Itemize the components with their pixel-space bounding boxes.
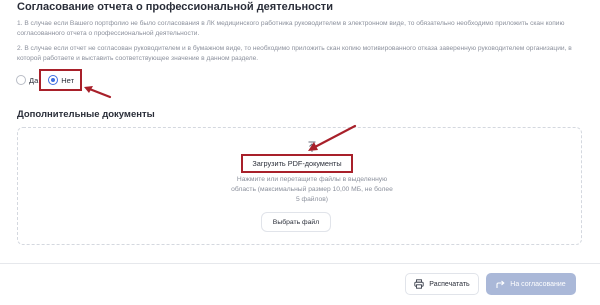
send-for-approval-button[interactable]: На согласование [486, 273, 576, 295]
note-2: 2. В случае если отчет не согласован рук… [17, 45, 572, 63]
section-title: Согласование отчета о профессиональной д… [17, 1, 333, 13]
print-button-label: Распечатать [429, 280, 470, 288]
choose-file-button[interactable]: Выбрать файл [261, 212, 331, 232]
highlight-box-no [39, 69, 82, 91]
annotation-arrow-no [84, 86, 112, 99]
radio-yes-label: Да [29, 75, 39, 85]
instruction-notes: 1. В случае если Вашего портфолио не был… [17, 19, 582, 70]
radio-option-yes[interactable]: Да [16, 75, 38, 85]
note-1: 1. В случае если Вашего портфолио не был… [17, 20, 565, 37]
upload-pdf-label[interactable]: Загрузить PDF-документы [241, 154, 353, 173]
footer-divider [0, 263, 600, 264]
print-button[interactable]: Распечатать [405, 273, 479, 295]
approve-button-label: На согласование [510, 280, 566, 288]
annotation-arrow-upload [308, 124, 357, 151]
documents-title: Дополнительные документы [17, 109, 155, 120]
radio-yes-circle[interactable] [16, 75, 26, 85]
printer-icon [414, 279, 424, 289]
dropzone-hint: Нажмите или перетащите файлы в выделенну… [231, 176, 393, 203]
forward-arrow-icon [496, 280, 505, 288]
